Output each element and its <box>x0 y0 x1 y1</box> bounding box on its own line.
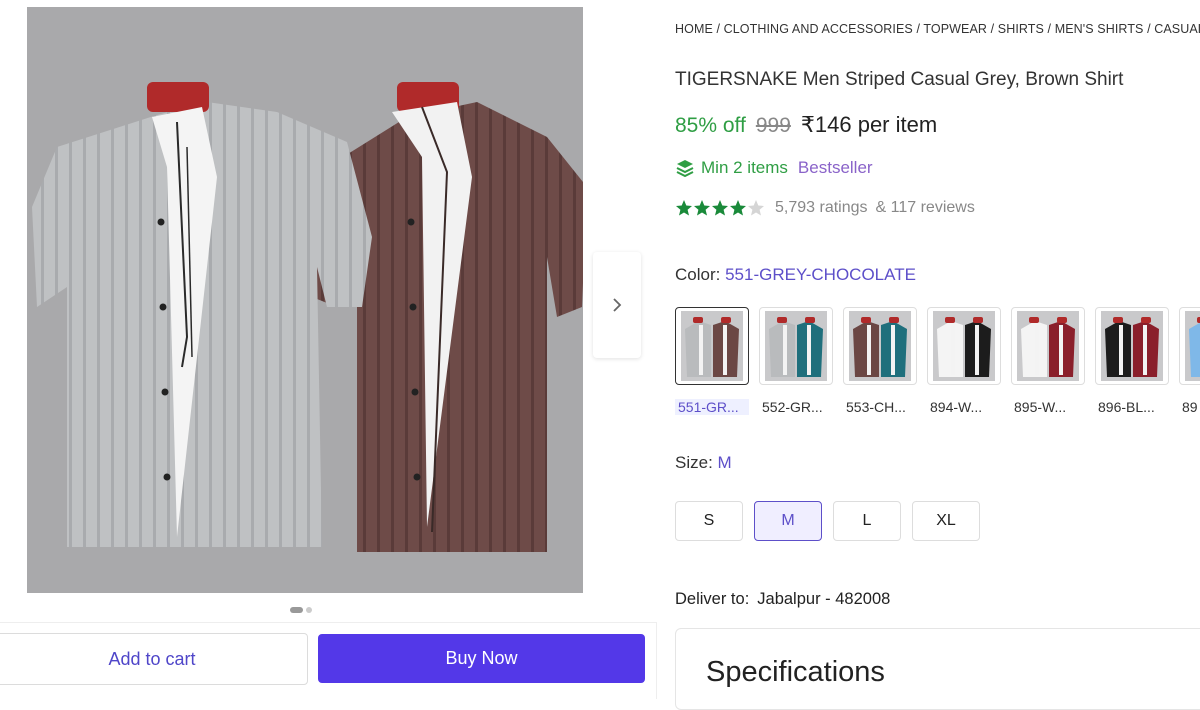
breadcrumb-item-mens-shirts[interactable]: MEN'S SHIRTS <box>1055 22 1144 36</box>
size-option-button[interactable]: M <box>754 501 822 541</box>
shirt-thumbnail-icon <box>849 311 911 381</box>
shirt-thumbnail-icon <box>765 311 827 381</box>
color-label-text: Color: <box>675 265 721 284</box>
product-title: TIGERSNAKE Men Striped Casual Grey, Brow… <box>675 69 1124 90</box>
color-swatch[interactable]: 896-BL... <box>1095 307 1169 415</box>
min-items-text: Min 2 items <box>701 158 788 177</box>
specifications-title: Specifications <box>706 656 885 688</box>
swatch-thumbnail <box>1179 307 1200 385</box>
swatch-label: 89 <box>1182 399 1198 415</box>
mrp-price: 999 <box>755 114 791 137</box>
color-swatch[interactable]: 895-W... <box>1011 307 1085 415</box>
product-image[interactable] <box>27 7 583 593</box>
selling-price: ₹146 per item <box>800 112 938 137</box>
selected-size: M <box>717 453 732 472</box>
swatch-label: 894-W... <box>930 399 983 415</box>
breadcrumb-item-casual[interactable]: CASUAL SH <box>1154 22 1200 36</box>
rating-row[interactable]: 5,793 ratings & 117 reviews <box>675 199 975 217</box>
swatch-thumbnail <box>843 307 917 385</box>
swatch-thumbnail <box>1011 307 1085 385</box>
star-rating-icon <box>676 200 764 216</box>
color-swatch[interactable]: 894-W... <box>927 307 1001 415</box>
size-label: Size: M <box>675 453 732 473</box>
color-swatch[interactable]: 553-CH... <box>843 307 917 415</box>
add-to-cart-button[interactable]: Add to cart <box>0 633 308 685</box>
color-label: Color: 551-GREY-CHOCOLATE <box>675 265 916 285</box>
shirts-illustration <box>32 82 583 552</box>
shirt-thumbnail-icon <box>681 311 743 381</box>
size-option-button[interactable]: S <box>675 501 743 541</box>
swatch-thumbnail <box>927 307 1001 385</box>
reviews-count: & 117 reviews <box>875 199 975 216</box>
gallery-dots <box>290 607 312 613</box>
swatch-thumbnail <box>1095 307 1169 385</box>
layers-icon <box>676 160 694 178</box>
color-swatch[interactable]: 552-GR... <box>759 307 833 415</box>
buy-now-button[interactable]: Buy Now <box>318 634 645 683</box>
deliver-label: Deliver to: <box>675 590 750 608</box>
min-items-row: Min 2 items Bestseller <box>675 158 873 178</box>
delivery-location: Jabalpur - 482008 <box>757 590 891 608</box>
swatch-label: 551-GR... <box>675 399 749 415</box>
shirt-thumbnail-icon <box>933 311 995 381</box>
price-row: 85% off 999 ₹146 per item <box>675 112 937 138</box>
swatch-thumbnail <box>675 307 749 385</box>
size-option-button[interactable]: XL <box>912 501 980 541</box>
breadcrumb-item-home[interactable]: HOME <box>675 22 713 36</box>
size-option-button[interactable]: L <box>833 501 901 541</box>
bestseller-badge: Bestseller <box>797 158 873 177</box>
shirt-thumbnail-icon <box>1017 311 1079 381</box>
gallery-dot-active[interactable] <box>290 607 303 613</box>
chevron-right-icon <box>613 298 622 312</box>
swatch-label: 895-W... <box>1014 399 1067 415</box>
size-options: S M L XL <box>675 501 980 541</box>
divider <box>0 622 656 623</box>
swatch-label: 553-CH... <box>846 399 906 415</box>
swatch-label: 552-GR... <box>762 399 823 415</box>
color-swatch[interactable]: 551-GR... <box>675 307 749 415</box>
color-swatch[interactable]: 89 <box>1179 307 1200 415</box>
size-label-text: Size: <box>675 453 713 472</box>
color-swatches: 551-GR... 552-GR... 553-CH... 894-W... 895-W… <box>675 307 1200 415</box>
ratings-count: 5,793 ratings <box>775 199 868 216</box>
divider <box>656 622 657 699</box>
next-image-button[interactable] <box>593 252 641 358</box>
swatch-label: 896-BL... <box>1098 399 1155 415</box>
gallery-dot[interactable] <box>306 607 312 613</box>
breadcrumb-item-shirts[interactable]: SHIRTS <box>998 22 1044 36</box>
rating-stars <box>675 199 767 217</box>
shirt-thumbnail-icon <box>1101 311 1163 381</box>
breadcrumb-item-topwear[interactable]: TOPWEAR <box>923 22 987 36</box>
swatch-thumbnail <box>759 307 833 385</box>
discount-text: 85% off <box>675 114 746 137</box>
breadcrumb-item-clothing[interactable]: CLOTHING AND ACCESSORIES <box>724 22 913 36</box>
breadcrumb: HOME / CLOTHING AND ACCESSORIES / TOPWEA… <box>675 22 1200 36</box>
shirt-thumbnail-icon <box>1185 311 1200 381</box>
selected-color: 551-GREY-CHOCOLATE <box>725 265 916 284</box>
delivery-row[interactable]: Deliver to: Jabalpur - 482008 <box>675 590 890 609</box>
